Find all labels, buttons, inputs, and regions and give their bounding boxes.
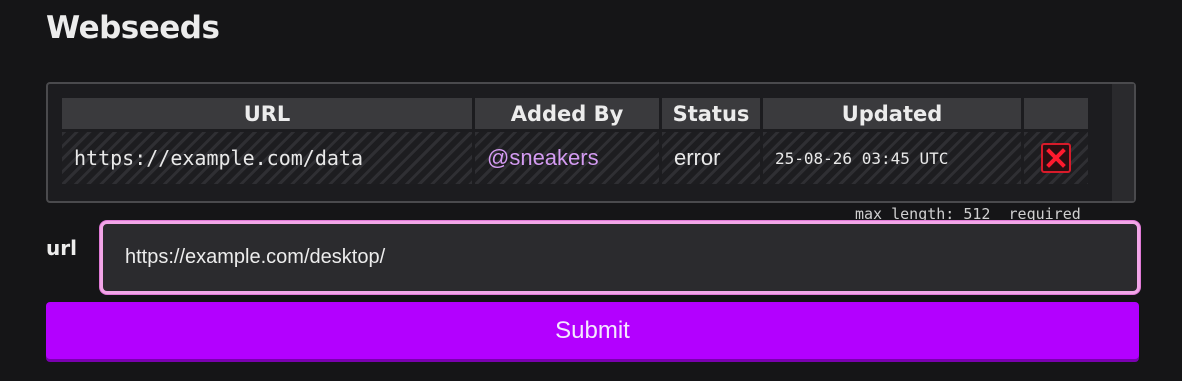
delete-webseed-button[interactable] <box>1041 143 1071 173</box>
webseeds-page: Webseeds URL Added By Status Updated htt… <box>0 0 1182 381</box>
delete-cell <box>1024 132 1088 184</box>
added-by-link[interactable]: @sneakers <box>475 132 659 184</box>
submit-button[interactable]: Submit <box>46 302 1139 359</box>
webseeds-table: URL Added By Status Updated https://exam… <box>59 95 1091 187</box>
webseeds-table-container: URL Added By Status Updated https://exam… <box>46 82 1136 203</box>
column-header-updated: Updated <box>763 98 1021 129</box>
column-header-actions <box>1024 98 1088 129</box>
page-title: Webseeds <box>46 10 220 46</box>
updated-timestamp-cell: 25-08-26 03:45 UTC <box>763 132 1021 184</box>
column-header-status: Status <box>662 98 760 129</box>
table-row: https://example.com/data @sneakers error… <box>62 132 1088 184</box>
webseed-url-cell: https://example.com/data <box>62 132 472 184</box>
table-scrollbar[interactable] <box>1112 84 1134 201</box>
url-field-label: url <box>46 236 77 260</box>
column-header-url: URL <box>62 98 472 129</box>
column-header-added-by: Added By <box>475 98 659 129</box>
url-input[interactable] <box>100 221 1140 294</box>
table-header-row: URL Added By Status Updated <box>62 98 1088 129</box>
close-x-icon <box>1046 148 1066 168</box>
status-cell: error <box>662 132 760 184</box>
